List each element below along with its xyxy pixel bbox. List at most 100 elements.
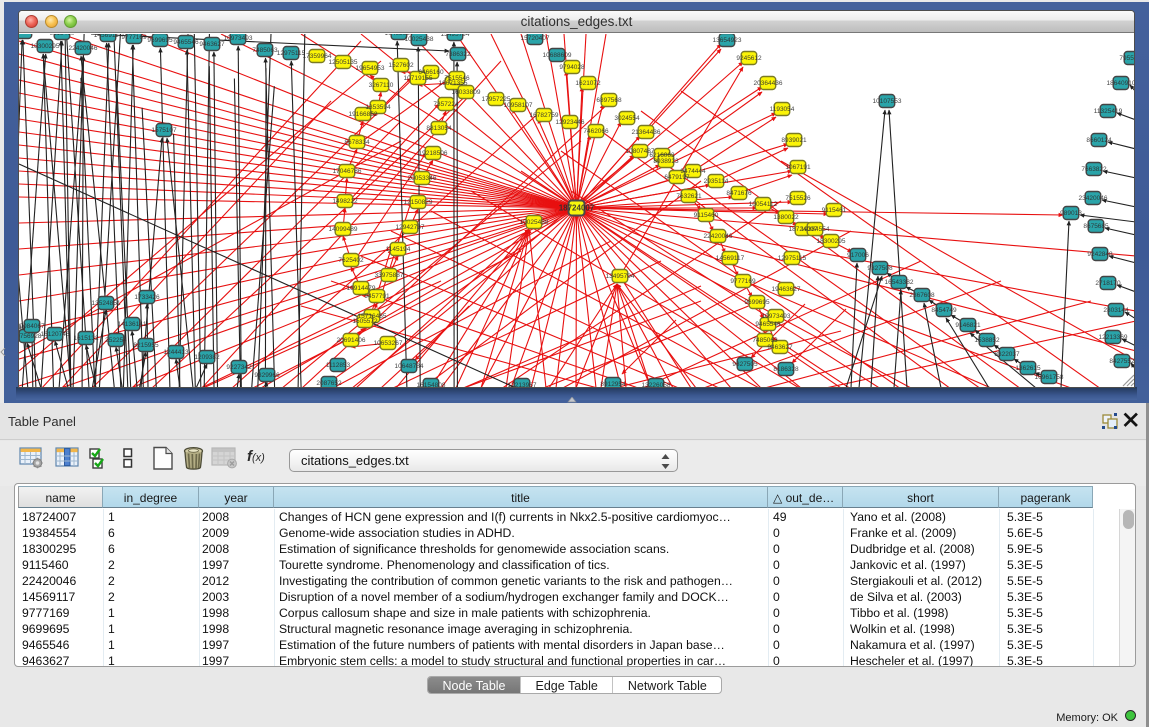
svg-text:1538852: 1538852 (974, 337, 1000, 344)
svg-text:19654953: 19654953 (356, 65, 385, 72)
svg-text:20053346: 20053346 (408, 175, 437, 182)
svg-text:1353594: 1353594 (365, 104, 391, 111)
svg-text:13495794: 13495794 (441, 34, 470, 38)
svg-text:20364436: 20364436 (754, 80, 783, 87)
svg-text:18724007: 18724007 (559, 204, 595, 213)
svg-text:20691406: 20691406 (337, 337, 366, 344)
svg-text:8186328: 8186328 (773, 366, 799, 373)
svg-text:9457791: 9457791 (364, 293, 390, 300)
svg-text:9794028: 9794028 (559, 64, 585, 71)
svg-text:16033809: 16033809 (452, 89, 481, 96)
svg-text:7357224: 7357224 (433, 101, 459, 108)
svg-text:19384554: 19384554 (19, 34, 39, 36)
svg-text:17046786: 17046786 (333, 168, 362, 175)
svg-text:9463627: 9463627 (199, 41, 225, 48)
svg-text:7462066: 7462066 (583, 128, 609, 135)
svg-text:1505572: 1505572 (352, 318, 378, 325)
svg-text:7515546: 7515546 (444, 75, 470, 82)
svg-text:9115461: 9115461 (822, 207, 847, 214)
svg-text:7485063: 7485063 (752, 337, 778, 344)
svg-text:10719155: 10719155 (404, 75, 433, 82)
svg-text:13495794: 13495794 (606, 273, 635, 280)
svg-text:8939021: 8939021 (781, 137, 807, 144)
svg-text:1209382: 1209382 (194, 354, 220, 361)
svg-text:8912954: 8912954 (600, 381, 626, 387)
svg-text:9777169: 9777169 (730, 278, 756, 285)
svg-text:1733426: 1733426 (134, 294, 160, 301)
svg-text:12150829: 12150829 (404, 199, 433, 206)
svg-text:19756928: 19756928 (19, 333, 42, 340)
svg-text:2367608: 2367608 (909, 292, 935, 299)
svg-text:2803144: 2803144 (1103, 307, 1129, 314)
svg-text:19463627: 19463627 (772, 286, 801, 293)
svg-text:12923446: 12923446 (556, 119, 585, 126)
svg-text:10648784: 10648784 (395, 363, 424, 370)
svg-text:9245612: 9245612 (736, 55, 762, 62)
svg-text:1362615: 1362615 (1015, 365, 1041, 372)
svg-text:16154808: 16154808 (417, 382, 446, 387)
svg-text:1067191: 1067191 (785, 164, 811, 171)
svg-text:252254: 252254 (105, 337, 127, 344)
svg-text:16914479: 16914479 (347, 285, 376, 292)
svg-text:8427552: 8427552 (1109, 358, 1134, 365)
svg-text:9329966: 9329966 (254, 372, 280, 379)
svg-text:8471676: 8471676 (726, 190, 752, 197)
svg-text:10653267: 10653267 (374, 340, 403, 347)
svg-text:14569117: 14569117 (716, 255, 745, 262)
svg-text:23420046: 23420046 (1079, 195, 1108, 202)
svg-text:917006: 917006 (847, 252, 869, 259)
svg-text:8322037: 8322037 (994, 351, 1020, 358)
svg-text:8215955: 8215955 (133, 342, 159, 349)
svg-text:18300295: 18300295 (31, 43, 60, 50)
svg-text:19384554: 19384554 (801, 226, 830, 233)
svg-text:8660124: 8660124 (1086, 137, 1112, 144)
svg-text:9115460: 9115460 (50, 34, 75, 37)
svg-text:2935114: 2935114 (704, 178, 729, 185)
svg-text:10973493: 10973493 (224, 35, 253, 42)
svg-text:7632621: 7632621 (676, 193, 702, 200)
svg-text:1112853: 1112853 (326, 362, 351, 369)
svg-text:9777169: 9777169 (121, 34, 147, 41)
svg-text:2718170: 2718170 (1095, 280, 1121, 287)
svg-text:15720407: 15720407 (521, 35, 550, 42)
svg-text:1145194: 1145194 (386, 246, 411, 253)
svg-text:14099489: 14099489 (329, 226, 358, 233)
svg-text:1498222: 1498222 (332, 198, 358, 205)
svg-text:17359964: 17359964 (303, 53, 332, 60)
svg-text:10107553: 10107553 (873, 98, 902, 105)
svg-text:9242848: 9242848 (1087, 251, 1113, 258)
svg-text:19218506: 19218506 (419, 150, 448, 157)
svg-text:9465546: 9465546 (173, 39, 199, 46)
svg-text:9699695: 9699695 (147, 37, 173, 44)
svg-text:1527602: 1527602 (388, 62, 414, 69)
svg-text:7663822: 7663822 (1081, 166, 1107, 173)
svg-text:12975115: 12975115 (778, 255, 807, 262)
svg-text:11325419: 11325419 (1094, 108, 1123, 115)
svg-text:10958107: 10958107 (504, 102, 533, 109)
svg-text:18300295: 18300295 (817, 238, 846, 245)
svg-text:21364436: 21364436 (632, 129, 661, 136)
svg-text:1615132: 1615132 (73, 335, 99, 342)
svg-text:6897568: 6897568 (596, 97, 622, 104)
svg-text:1621072: 1621072 (575, 80, 601, 87)
svg-text:7625402: 7625402 (338, 257, 364, 264)
svg-text:7386322: 7386322 (445, 51, 471, 58)
svg-text:6479197: 6479197 (664, 174, 690, 181)
svg-text:7955812: 7955812 (1119, 55, 1134, 62)
svg-text:9115460: 9115460 (694, 212, 719, 219)
svg-text:10973493: 10973493 (762, 313, 791, 320)
svg-text:1575107: 1575107 (151, 127, 177, 134)
svg-text:19166852: 19166852 (349, 111, 378, 118)
svg-text:9227342: 9227342 (226, 364, 252, 371)
svg-text:10025438: 10025438 (520, 219, 549, 226)
svg-text:8813054: 8813054 (426, 125, 452, 132)
svg-text:13524851: 13524851 (92, 300, 121, 307)
svg-text:8938923: 8938923 (653, 158, 679, 165)
svg-text:9084067: 9084067 (19, 323, 45, 330)
svg-text:16782759: 16782759 (530, 112, 559, 119)
svg-text:3267110: 3267110 (369, 82, 394, 89)
svg-text:9327505: 9327505 (732, 361, 758, 368)
svg-text:9465546: 9465546 (755, 321, 781, 328)
svg-text:1244413: 1244413 (163, 349, 189, 356)
svg-text:12942737: 12942737 (396, 224, 425, 231)
